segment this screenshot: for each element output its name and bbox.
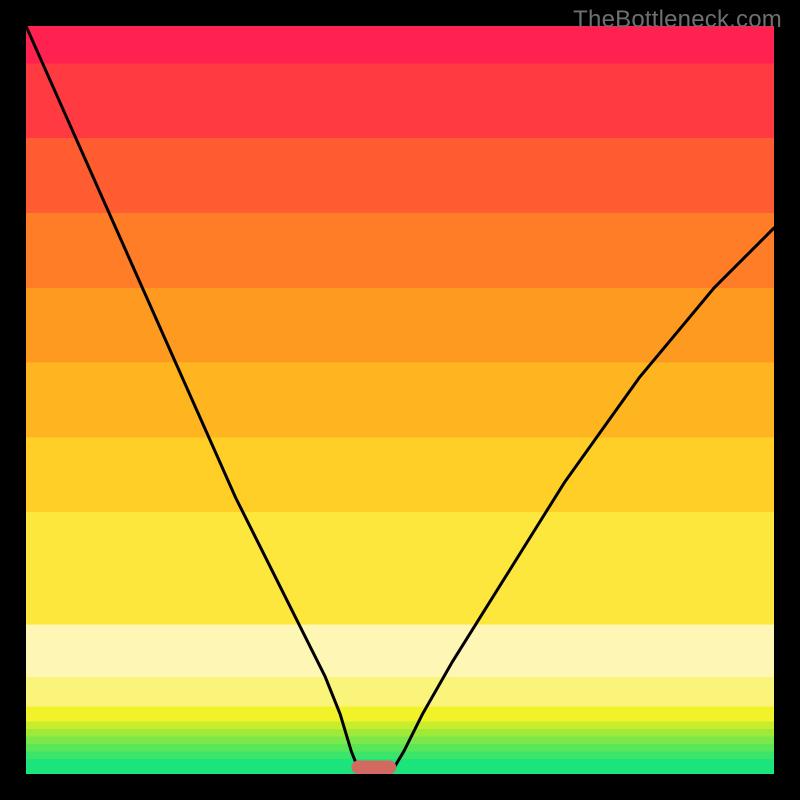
gradient-background [26, 26, 774, 774]
bottleneck-marker [351, 761, 396, 774]
marker-pill [351, 761, 396, 774]
plot-area [26, 26, 774, 774]
chart-svg [26, 26, 774, 774]
chart-frame: TheBottleneck.com [0, 0, 800, 800]
watermark-label: TheBottleneck.com [573, 6, 782, 34]
